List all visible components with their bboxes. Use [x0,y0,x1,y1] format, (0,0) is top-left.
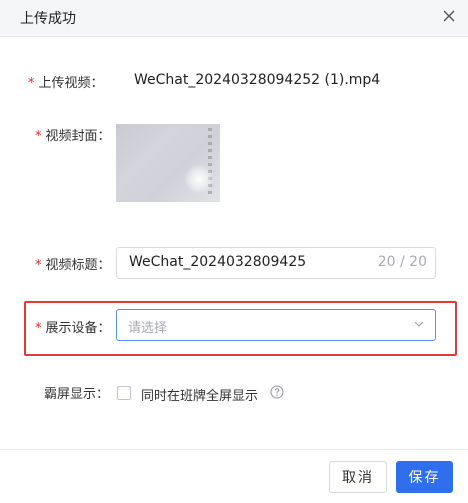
video-cover-label: * 视频封面： [35,125,111,144]
video-title-char-count: 20 / 20 [377,254,427,270]
video-file-name: WeChat_20240328094252 (1).mp4 [134,72,381,88]
fullscreen-label: 霸屏显示： [44,387,110,402]
cover-highlight [184,164,214,194]
video-title-value: WeChat_2024032809425 [129,254,307,270]
video-title-input[interactable]: WeChat_2024032809425 20 / 20 [116,247,436,279]
save-button[interactable]: 保存 [396,461,453,493]
display-device-label-text: 展示设备： [45,321,111,336]
video-cover-label-text: 视频封面： [45,129,111,144]
upload-success-dialog: 上传成功 * 上传视频： WeChat_20240328094252 (1).mp… [0,0,468,503]
cancel-button[interactable]: 取消 [329,461,387,493]
display-device-placeholder: 请选择 [128,321,168,336]
close-icon[interactable] [440,7,458,25]
video-title-label-text: 视频标题： [45,258,111,273]
help-circle-icon[interactable] [270,385,284,399]
required-mark: * [35,321,42,336]
footer-divider [0,449,468,450]
upload-video-label: * 上传视频： [28,72,104,91]
fullscreen-checkbox-label[interactable]: 同时在班牌全屏显示 [141,385,258,404]
dialog-title: 上传成功 [20,11,76,27]
required-mark: * [35,258,42,273]
display-device-label: * 展示设备： [35,317,111,336]
display-device-select[interactable]: 请选择 [116,309,436,341]
dialog-header: 上传成功 [0,0,468,37]
required-mark: * [28,76,35,91]
chevron-down-icon [414,321,424,327]
video-title-label: * 视频标题： [35,254,111,273]
video-cover-thumbnail[interactable] [116,124,220,202]
upload-video-label-text: 上传视频： [38,76,104,91]
required-mark: * [35,129,42,144]
fullscreen-checkbox[interactable] [117,386,131,400]
